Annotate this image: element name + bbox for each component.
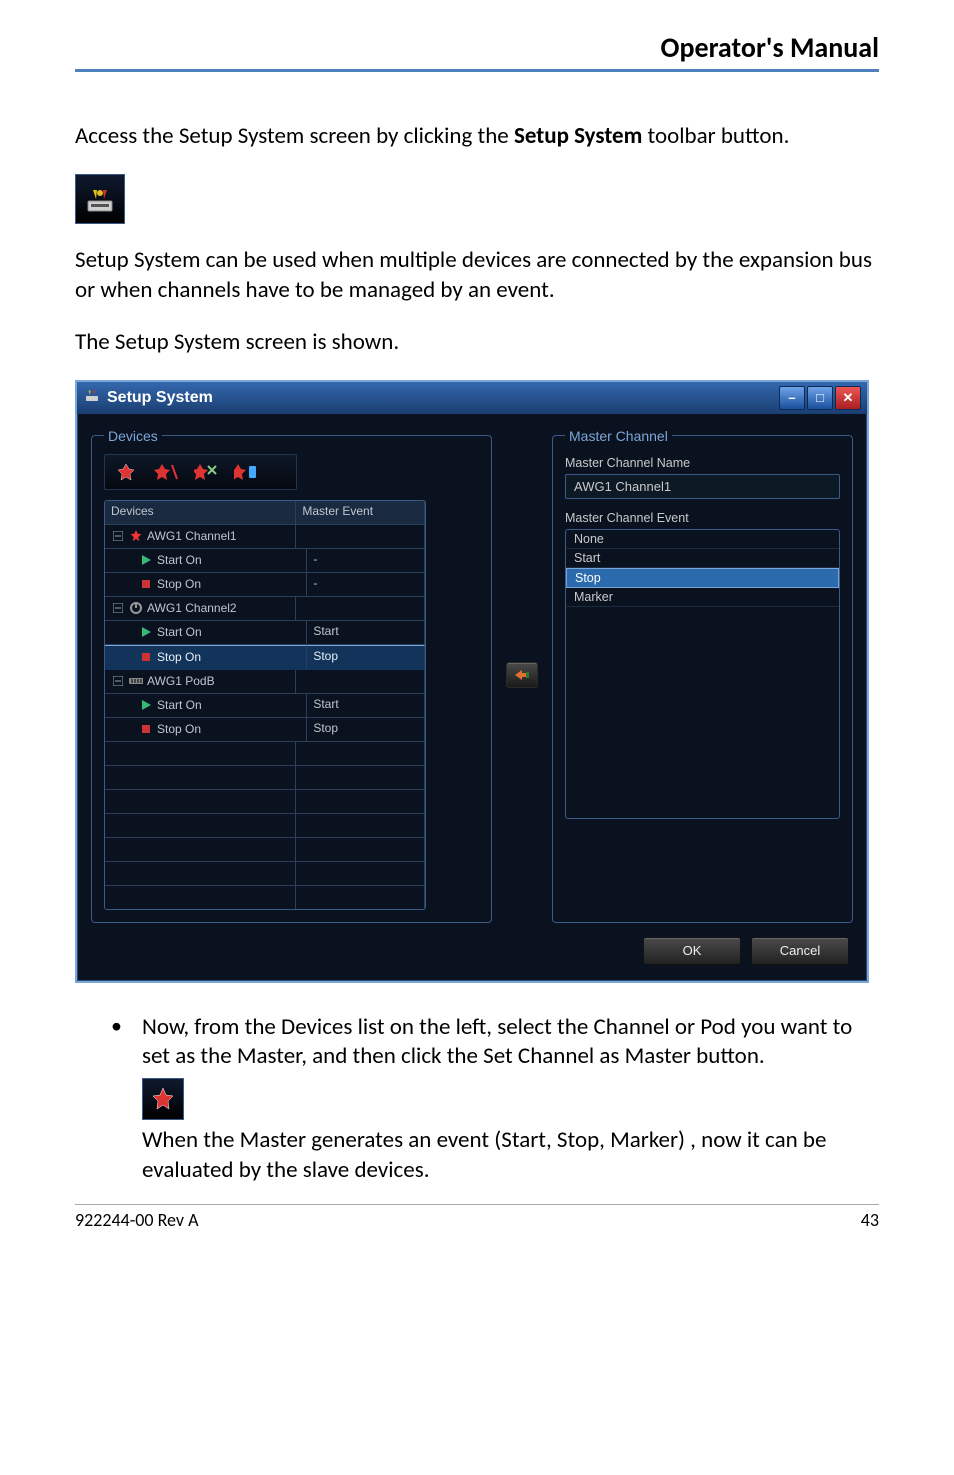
row-label: AWG1 Channel2: [147, 601, 237, 615]
play-icon: [139, 553, 153, 567]
page-footer: 922244-00 Rev A 43: [75, 1204, 879, 1231]
row-me: Stop: [307, 645, 425, 670]
app-icon: [83, 386, 101, 409]
setup-system-bold: Setup System: [514, 122, 642, 150]
table-row[interactable]: Start On Start: [105, 621, 425, 645]
toolbar-set-master-icon[interactable]: [113, 461, 139, 483]
ok-button[interactable]: OK: [643, 937, 741, 965]
cancel-button[interactable]: Cancel: [751, 937, 849, 965]
paragraph-intro: Access the Setup System screen by clicki…: [75, 122, 879, 152]
bullet-dot: •: [111, 1013, 122, 1187]
devices-table[interactable]: Devices Master Event AWG1 Channel1: [104, 500, 426, 910]
row-me: Stop: [307, 718, 425, 742]
text: button.: [691, 1042, 765, 1070]
row-label: Stop On: [157, 722, 201, 736]
row-label: Start On: [157, 698, 202, 712]
row-me: [296, 525, 425, 549]
list-item[interactable]: Start: [566, 549, 839, 568]
bullet-item: • Now, from the Devices list on the left…: [111, 1013, 879, 1187]
devices-legend: Devices: [104, 428, 162, 444]
row-label: Stop On: [157, 577, 201, 591]
toolbar-icon-2[interactable]: [153, 461, 179, 483]
text: toolbar button.: [642, 122, 789, 150]
list-item[interactable]: Marker: [566, 588, 839, 607]
pod-icon: [129, 674, 143, 688]
row-me: -: [307, 573, 425, 597]
minimize-button[interactable]: –: [779, 386, 805, 410]
setup-system-window: Setup System – □ ✕ Devices: [75, 380, 869, 983]
master-name-field[interactable]: AWG1 Channel1: [565, 474, 840, 499]
tree-collapse-icon[interactable]: [111, 674, 125, 688]
table-row[interactable]: Start On Start: [105, 694, 425, 718]
devices-toolbar: [104, 454, 297, 490]
row-me: -: [307, 549, 425, 573]
row-label: AWG1 Channel1: [147, 529, 237, 543]
footer-page-number: 43: [861, 1209, 879, 1231]
paragraph-usage: Setup System can be used when multiple d…: [75, 246, 879, 306]
row-label: Start On: [157, 553, 202, 567]
window-title: Setup System: [107, 389, 213, 407]
text: When the Master generates an event (Star…: [142, 1126, 826, 1184]
stop-icon: [139, 650, 153, 664]
row-me: [296, 597, 425, 621]
row-label: AWG1 PodB: [147, 674, 215, 688]
toolbar-icon-3[interactable]: [193, 461, 219, 483]
play-icon: [139, 625, 153, 639]
table-row[interactable]: AWG1 Channel1: [105, 525, 425, 549]
table-row[interactable]: Stop On -: [105, 573, 425, 597]
master-event-label: Master Channel Event: [565, 511, 840, 525]
close-button[interactable]: ✕: [835, 386, 861, 410]
window-titlebar: Setup System – □ ✕: [77, 382, 867, 414]
play-icon: [139, 698, 153, 712]
tree-collapse-icon[interactable]: [111, 601, 125, 615]
column-master-event: Master Event: [296, 501, 425, 525]
table-row[interactable]: Start On -: [105, 549, 425, 573]
column-devices: Devices: [105, 501, 296, 525]
master-channel-group: Master Channel Master Channel Name AWG1 …: [552, 428, 853, 923]
devices-group: Devices: [91, 428, 492, 923]
master-event-listbox[interactable]: None Start Stop Marker: [565, 529, 840, 819]
paragraph-screenshot: The Setup System screen is shown.: [75, 328, 879, 358]
table-row[interactable]: AWG1 Channel2: [105, 597, 425, 621]
master-star-icon: [129, 529, 143, 543]
table-row[interactable]: Stop On Stop: [105, 718, 425, 742]
row-label: Start On: [157, 625, 202, 639]
maximize-button[interactable]: □: [807, 386, 833, 410]
stop-icon: [139, 722, 153, 736]
page-header: Operator's Manual: [75, 30, 879, 72]
master-name-label: Master Channel Name: [565, 456, 840, 470]
row-label: Stop On: [157, 650, 201, 664]
tree-collapse-icon[interactable]: [111, 529, 125, 543]
footer-left: 922244-00 Rev A: [75, 1209, 199, 1231]
master-channel-legend: Master Channel: [565, 428, 672, 444]
row-me: Start: [307, 694, 425, 718]
header-title: Operator's Manual: [661, 30, 879, 65]
row-me: Start: [307, 621, 425, 645]
row-me: [296, 670, 425, 694]
setup-system-toolbar-icon: [75, 174, 125, 224]
table-row[interactable]: Stop On Stop: [105, 645, 425, 670]
toolbar-icon-4[interactable]: [233, 461, 259, 483]
assign-left-button[interactable]: [506, 662, 538, 688]
set-master-icon: [142, 1078, 184, 1120]
set-channel-master-bold: Set Channel as Master: [483, 1042, 691, 1070]
list-item[interactable]: None: [566, 530, 839, 549]
stop-icon: [139, 577, 153, 591]
table-row[interactable]: AWG1 PodB: [105, 670, 425, 694]
text: Access the Setup System screen by clicki…: [75, 122, 514, 150]
list-item[interactable]: Stop: [566, 568, 839, 588]
channel-off-icon: [129, 601, 143, 615]
